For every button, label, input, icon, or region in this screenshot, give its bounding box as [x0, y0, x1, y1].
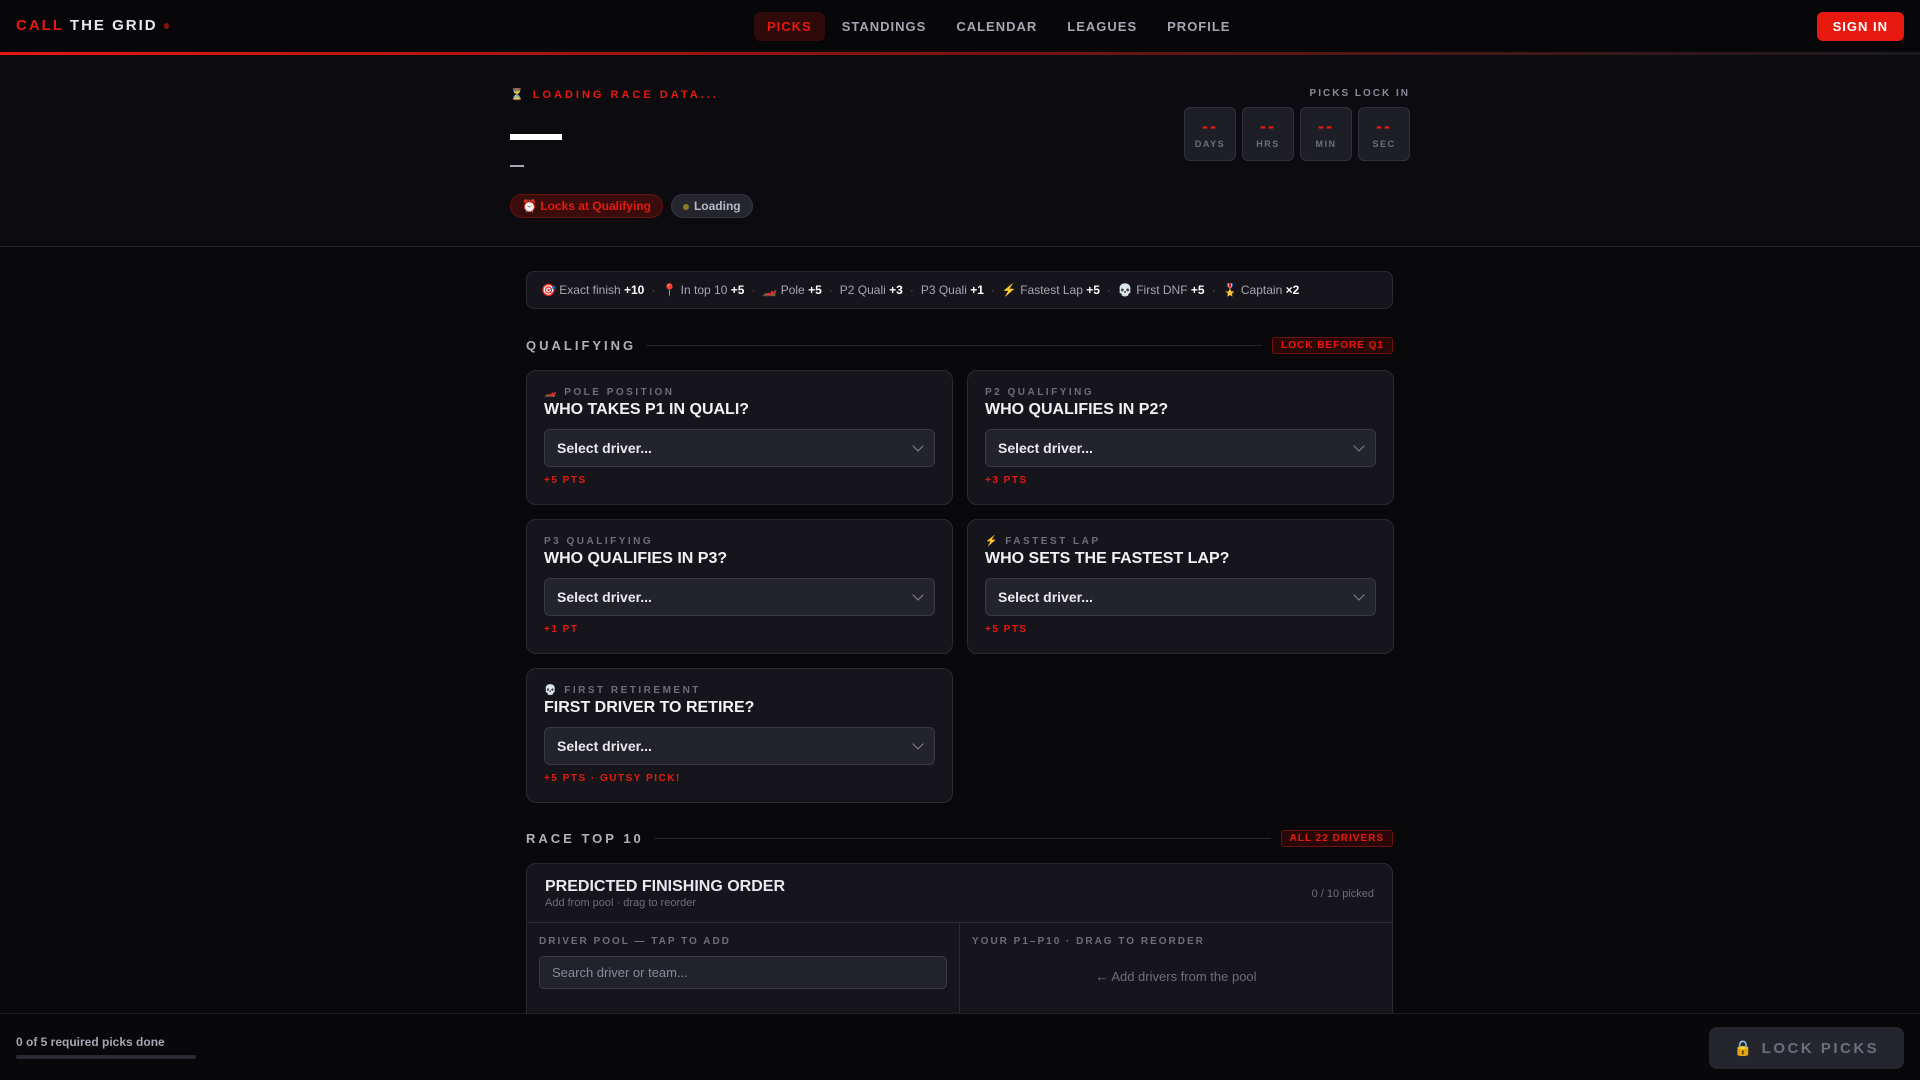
p3-qualifying-card: P3 QUALIFYING WHO QUALIFIES IN P3? Selec… — [526, 519, 953, 654]
separator: · — [828, 283, 833, 297]
loading-status: ⏳ LOADING RACE DATA... — [510, 89, 719, 101]
picked-count: 0 / 10 picked — [1311, 888, 1374, 900]
race-header: ⏳ LOADING RACE DATA... — ⏰ Locks at Qual… — [0, 55, 1920, 247]
fastest-lap-card: ⚡ FASTEST LAP WHO SETS THE FASTEST LAP? … — [967, 519, 1394, 654]
driver-search-input[interactable] — [539, 956, 947, 989]
scoring-item: 📍 In top 10 +5 — [662, 283, 745, 297]
nav-calendar[interactable]: CALENDAR — [943, 12, 1050, 41]
card-question: WHO SETS THE FASTEST LAP? — [985, 550, 1230, 567]
countdown-hours: -- HRS — [1242, 107, 1294, 161]
finishing-order-card: PREDICTED FINISHING ORDER Add from pool … — [526, 863, 1393, 1023]
chevron-down-icon — [1353, 440, 1365, 452]
scoring-item: 🎯 Exact finish +10 — [541, 283, 645, 297]
finishing-order-title: PREDICTED FINISHING ORDER — [545, 878, 786, 895]
card-points: +3 PTS — [985, 475, 1028, 486]
separator: · — [909, 283, 914, 297]
card-question: WHO QUALIFIES IN P3? — [544, 550, 728, 567]
top-nav: CALL THE GRID PICKS STANDINGS CALENDAR L… — [0, 0, 1920, 52]
nav-profile[interactable]: PROFILE — [1154, 12, 1243, 41]
card-points: +1 PT — [544, 624, 579, 635]
card-kicker: P2 QUALIFYING — [985, 387, 1095, 398]
locks-badge: ⏰ Locks at Qualifying — [510, 194, 663, 218]
picks-progress-text: 0 of 5 required picks done — [16, 1035, 165, 1049]
countdown-minutes: -- MIN — [1300, 107, 1352, 161]
countdown-seconds: -- SEC — [1358, 107, 1410, 161]
race-title-placeholder — [510, 134, 562, 140]
status-dot-icon — [682, 203, 689, 210]
p2-qualifying-select[interactable]: Select driver... — [985, 429, 1376, 467]
card-question: WHO TAKES P1 IN QUALI? — [544, 401, 750, 418]
race-section-header: RACE TOP 10 ALL 22 DRIVERS — [526, 830, 1393, 847]
card-kicker: ⚡ FASTEST LAP — [985, 536, 1101, 547]
nav-leagues[interactable]: LEAGUES — [1054, 12, 1150, 41]
nav-picks[interactable]: PICKS — [754, 12, 825, 41]
qualifying-section-header: QUALIFYING LOCK BEFORE Q1 — [526, 337, 1393, 354]
lock-picks-button[interactable]: 🔒 LOCK PICKS — [1709, 1027, 1904, 1069]
driver-pool: DRIVER POOL — TAP TO ADD — [527, 923, 959, 1022]
countdown: -- DAYS -- HRS -- MIN -- SEC — [1184, 107, 1410, 161]
separator: · — [990, 283, 995, 297]
chevron-down-icon — [912, 738, 924, 750]
p3-qualifying-select[interactable]: Select driver... — [544, 578, 935, 616]
scoring-item: 💀 First DNF +5 — [1117, 283, 1205, 297]
pole-position-select[interactable]: Select driver... — [544, 429, 935, 467]
scoring-item: 🏎️ Pole +5 — [762, 283, 822, 297]
pole-position-card: 🏎️ POLE POSITION WHO TAKES P1 IN QUALI? … — [526, 370, 953, 505]
separator: · — [1106, 283, 1111, 297]
card-points: +5 PTS — [985, 624, 1028, 635]
first-retirement-card: 💀 FIRST RETIREMENT FIRST DRIVER TO RETIR… — [526, 668, 953, 803]
card-points: +5 PTS — [544, 475, 587, 486]
chevron-down-icon — [912, 589, 924, 601]
countdown-days: -- DAYS — [1184, 107, 1236, 161]
separator: · — [751, 283, 756, 297]
countdown-label: PICKS LOCK IN — [1309, 88, 1410, 99]
sign-in-button[interactable]: SIGN IN — [1816, 12, 1904, 41]
logo[interactable]: CALL THE GRID — [16, 17, 169, 34]
card-kicker: 💀 FIRST RETIREMENT — [544, 685, 701, 696]
lock-before-q1-badge: LOCK BEFORE Q1 — [1272, 337, 1393, 354]
chevron-down-icon — [1353, 589, 1365, 601]
race-subtitle: — — [510, 165, 524, 167]
card-question: FIRST DRIVER TO RETIRE? — [544, 699, 755, 716]
bottom-bar: 0 of 5 required picks done 🔒 LOCK PICKS — [0, 1013, 1920, 1080]
logo-dot — [163, 23, 169, 30]
card-kicker: 🏎️ POLE POSITION — [544, 387, 675, 398]
scoring-item: ⚡ Fastest Lap +5 — [1001, 283, 1100, 297]
all-drivers-badge: ALL 22 DRIVERS — [1280, 830, 1393, 847]
card-kicker: P3 QUALIFYING — [544, 536, 654, 547]
card-points: +5 PTS · GUTSY PICK! — [544, 773, 681, 784]
nav-standings[interactable]: STANDINGS — [829, 12, 940, 41]
first-retirement-select[interactable]: Select driver... — [544, 727, 935, 765]
finishing-order-subtitle: Add from pool · drag to reorder — [545, 897, 697, 909]
nav-menu: PICKS STANDINGS CALENDAR LEAGUES PROFILE — [754, 12, 1243, 41]
separator: · — [651, 283, 656, 297]
status-pills: ⏰ Locks at Qualifying Loading — [510, 194, 753, 218]
scoring-item: P3 Quali +1 — [920, 283, 984, 297]
separator: · — [1211, 283, 1216, 297]
scoring-item: 🎖️ Captain ×2 — [1222, 283, 1300, 297]
picks-progress-bar — [16, 1055, 196, 1059]
loading-badge: Loading — [670, 194, 753, 218]
order-list[interactable]: YOUR P1–P10 · DRAG TO REORDER ← Add driv… — [959, 923, 1392, 1022]
card-question: WHO QUALIFIES IN P2? — [985, 401, 1169, 418]
scoring-item: P2 Quali +3 — [839, 283, 903, 297]
fastest-lap-select[interactable]: Select driver... — [985, 578, 1376, 616]
chevron-down-icon — [912, 440, 924, 452]
p2-qualifying-card: P2 QUALIFYING WHO QUALIFIES IN P2? Selec… — [967, 370, 1394, 505]
empty-order-hint: ← Add drivers from the pool — [1095, 969, 1257, 984]
scoring-legend: 🎯 Exact finish +10 · 📍 In top 10 +5 · 🏎️ Pol… — [526, 271, 1393, 309]
